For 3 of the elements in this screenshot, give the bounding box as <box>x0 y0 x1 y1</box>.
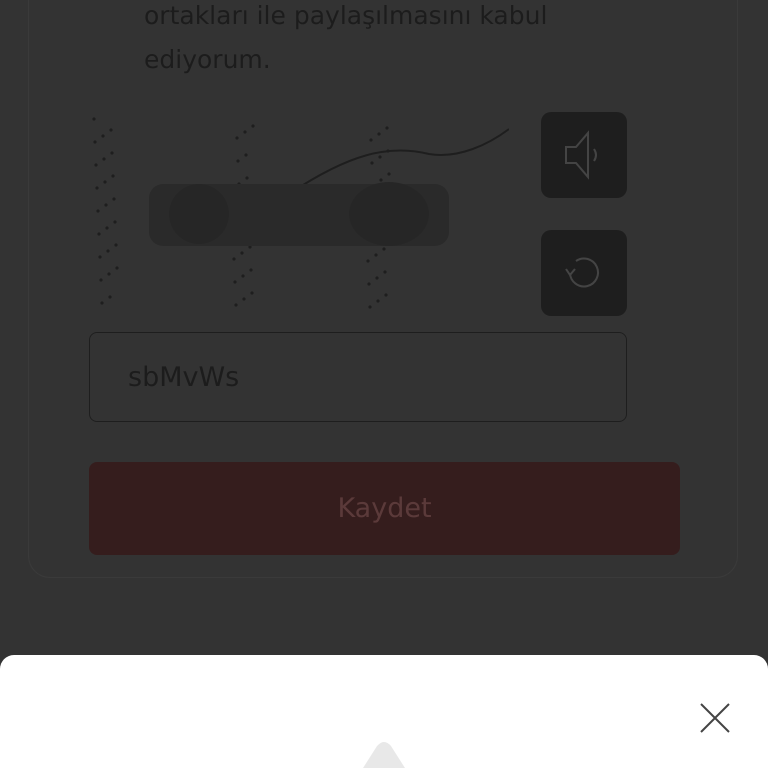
refresh-button[interactable] <box>541 230 627 316</box>
audio-button[interactable] <box>541 112 627 198</box>
close-icon <box>700 703 730 733</box>
